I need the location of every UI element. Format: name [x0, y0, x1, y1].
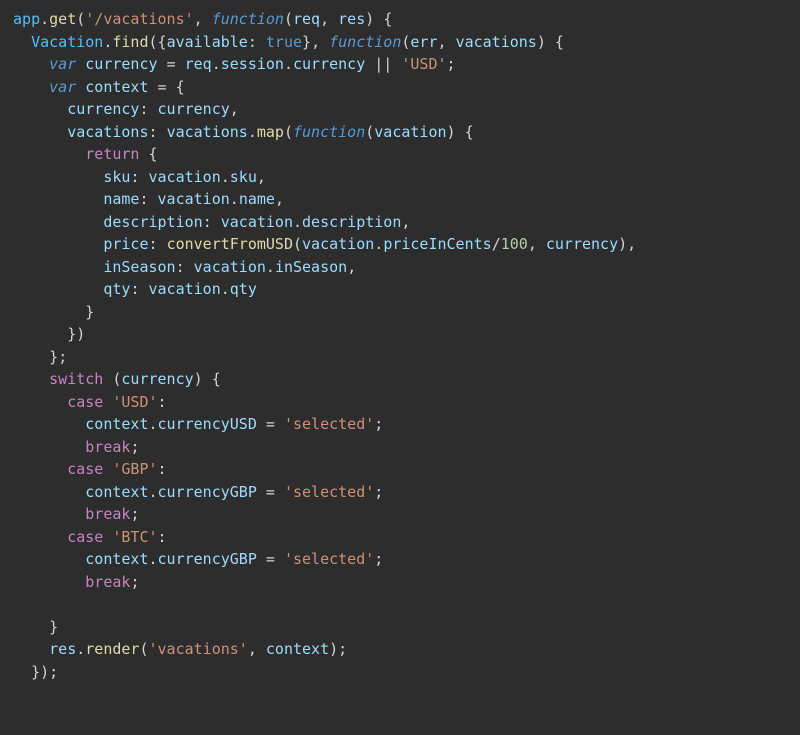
code-line: vacations: vacations.map(function(vacati… — [4, 121, 796, 144]
code-line: price: convertFromUSD(vacation.priceInCe… — [4, 233, 796, 256]
code-line: break; — [4, 436, 796, 459]
code-line — [4, 593, 796, 616]
code-line: context.currencyGBP = 'selected'; — [4, 548, 796, 571]
code-line: context.currencyUSD = 'selected'; — [4, 413, 796, 436]
code-line: Vacation.find({available: true}, functio… — [4, 31, 796, 54]
code-line: sku: vacation.sku, — [4, 166, 796, 189]
code-line: case 'GBP': — [4, 458, 796, 481]
code-line: res.render('vacations', context); — [4, 638, 796, 661]
code-line: break; — [4, 571, 796, 594]
code-line: context.currencyGBP = 'selected'; — [4, 481, 796, 504]
code-line: }); — [4, 661, 796, 684]
code-line: var currency = req.session.currency || '… — [4, 53, 796, 76]
code-line: name: vacation.name, — [4, 188, 796, 211]
code-line: inSeason: vacation.inSeason, — [4, 256, 796, 279]
code-line: case 'BTC': — [4, 526, 796, 549]
code-editor[interactable]: app.get('/vacations', function(req, res)… — [4, 8, 796, 683]
code-line: description: vacation.description, — [4, 211, 796, 234]
code-line: var context = { — [4, 76, 796, 99]
code-line: currency: currency, — [4, 98, 796, 121]
code-line: }) — [4, 323, 796, 346]
code-line: case 'USD': — [4, 391, 796, 414]
code-line: } — [4, 616, 796, 639]
code-line: qty: vacation.qty — [4, 278, 796, 301]
code-line: break; — [4, 503, 796, 526]
code-line: } — [4, 301, 796, 324]
code-line: app.get('/vacations', function(req, res)… — [4, 8, 796, 31]
code-line: }; — [4, 346, 796, 369]
code-line: switch (currency) { — [4, 368, 796, 391]
code-line: return { — [4, 143, 796, 166]
